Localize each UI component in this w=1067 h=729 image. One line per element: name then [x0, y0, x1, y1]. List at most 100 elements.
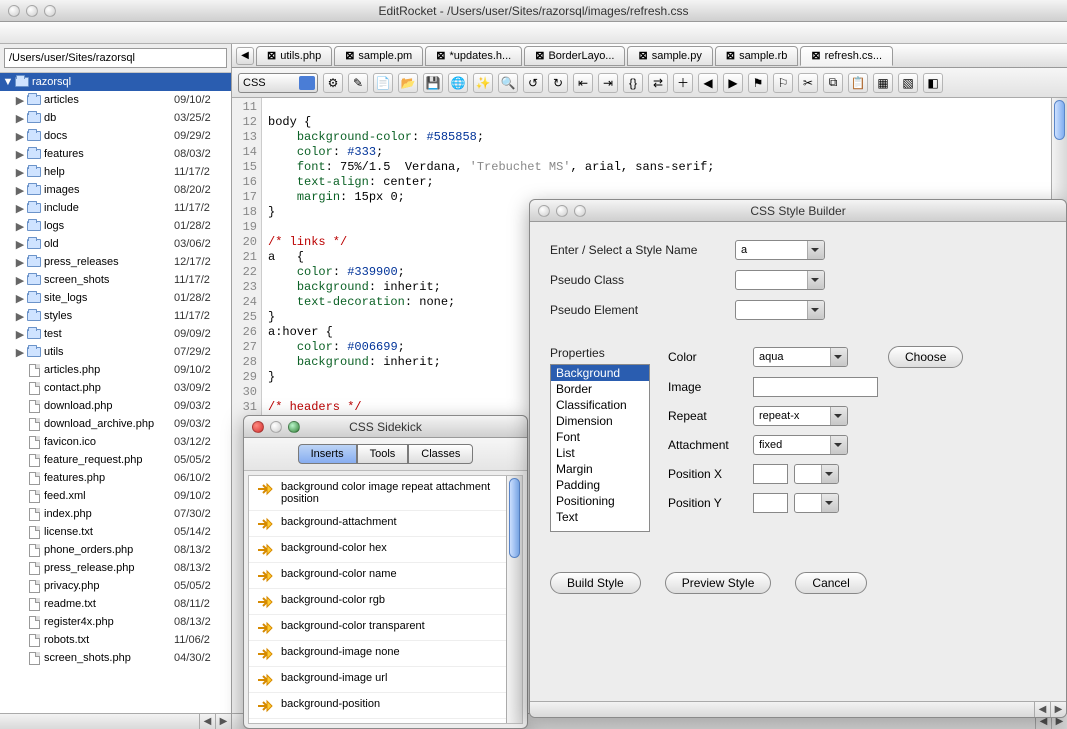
tree-file[interactable]: articles.php09/10/2	[0, 361, 231, 379]
tree-file[interactable]: press_release.php08/13/2	[0, 559, 231, 577]
tree-folder[interactable]: ▶styles11/17/2	[0, 307, 231, 325]
cut-icon[interactable]: ✂	[798, 73, 818, 93]
tool-icon[interactable]: ↻	[548, 73, 568, 93]
tool-icon[interactable]: ↺	[523, 73, 543, 93]
tool-icon[interactable]: ◀	[698, 73, 718, 93]
property-category[interactable]: Background	[551, 365, 649, 381]
tree-folder[interactable]: ▶db03/25/2	[0, 109, 231, 127]
paste-icon[interactable]: 📋	[848, 73, 868, 93]
tool-icon[interactable]: ✨	[473, 73, 493, 93]
tool-icon[interactable]: ⚑	[748, 73, 768, 93]
sidekick-tab[interactable]: Inserts	[298, 444, 357, 464]
tree-file[interactable]: index.php07/30/2	[0, 505, 231, 523]
minimize-window-button[interactable]	[270, 421, 282, 433]
tree-file[interactable]: screen_shots.php04/30/2	[0, 649, 231, 667]
scroll-left-icon[interactable]: ◀	[1034, 702, 1050, 717]
property-category[interactable]: Padding	[551, 477, 649, 493]
close-tab-icon[interactable]: ⊠	[267, 49, 276, 62]
color-select[interactable]: aqua	[753, 347, 848, 367]
sidekick-item[interactable]: background-repeat	[249, 719, 522, 724]
sidekick-item[interactable]: background-attachment	[249, 511, 522, 537]
tree-file[interactable]: download.php09/03/2	[0, 397, 231, 415]
tree-folder[interactable]: ▶logs01/28/2	[0, 217, 231, 235]
sidekick-item[interactable]: background color image repeat attachment…	[249, 476, 522, 511]
tree-root[interactable]: ▼razorsql	[0, 73, 231, 91]
sidekick-titlebar[interactable]: CSS Sidekick	[244, 416, 527, 438]
sidekick-vscroll[interactable]	[506, 476, 522, 723]
tool-icon[interactable]: ◧	[923, 73, 943, 93]
close-tab-icon[interactable]: ⊠	[535, 49, 544, 62]
builder-hscroll[interactable]: ◀ ▶	[530, 701, 1066, 717]
tool-icon[interactable]: ⇤	[573, 73, 593, 93]
tree-file[interactable]: register4x.php08/13/2	[0, 613, 231, 631]
cancel-button[interactable]: Cancel	[795, 572, 866, 594]
property-category[interactable]: Dimension	[551, 413, 649, 429]
property-category[interactable]: Border	[551, 381, 649, 397]
tool-icon[interactable]: 🌐	[448, 73, 468, 93]
repeat-select[interactable]: repeat-x	[753, 406, 848, 426]
tool-icon[interactable]: ▶	[723, 73, 743, 93]
editor-tab[interactable]: ⊠sample.py	[627, 46, 712, 66]
tree-folder[interactable]: ▶docs09/29/2	[0, 127, 231, 145]
close-window-button[interactable]	[538, 205, 550, 217]
close-tab-icon[interactable]: ⊠	[436, 49, 445, 62]
close-tab-icon[interactable]: ⊠	[345, 49, 354, 62]
tool-icon[interactable]: ⚙	[323, 73, 343, 93]
tree-folder[interactable]: ▶utils07/29/2	[0, 343, 231, 361]
sidebar-hscroll[interactable]: ◀ ▶	[0, 713, 231, 729]
property-category[interactable]: Text	[551, 509, 649, 525]
tree-folder[interactable]: ▶screen_shots11/17/2	[0, 271, 231, 289]
editor-tab[interactable]: ⊠*updates.h...	[425, 46, 522, 66]
tree-file[interactable]: license.txt05/14/2	[0, 523, 231, 541]
tree-folder[interactable]: ▶test09/09/2	[0, 325, 231, 343]
tool-icon[interactable]: ▦	[873, 73, 893, 93]
path-input[interactable]	[4, 48, 227, 68]
new-file-icon[interactable]: 📄	[373, 73, 393, 93]
minimize-window-button[interactable]	[26, 5, 38, 17]
language-selector[interactable]: CSS	[238, 73, 318, 93]
tree-file[interactable]: favicon.ico03/12/2	[0, 433, 231, 451]
properties-list[interactable]: BackgroundBorderClassificationDimensionF…	[550, 364, 650, 532]
tree-file[interactable]: phone_orders.php08/13/2	[0, 541, 231, 559]
close-window-button[interactable]	[8, 5, 20, 17]
tool-icon[interactable]: {}	[623, 73, 643, 93]
sidekick-item[interactable]: background-color transparent	[249, 615, 522, 641]
scroll-left-icon[interactable]: ◀	[199, 714, 215, 729]
sidekick-item[interactable]: background-image url	[249, 667, 522, 693]
builder-titlebar[interactable]: CSS Style Builder	[530, 200, 1066, 222]
tree-folder[interactable]: ▶site_logs01/28/2	[0, 289, 231, 307]
sidekick-item[interactable]: background-image none	[249, 641, 522, 667]
tree-folder[interactable]: ▶articles09/10/2	[0, 91, 231, 109]
sidekick-item[interactable]: background-position	[249, 693, 522, 719]
tree-file[interactable]: features.php06/10/2	[0, 469, 231, 487]
search-icon[interactable]: 🔍	[498, 73, 518, 93]
zoom-window-button[interactable]	[44, 5, 56, 17]
editor-tab[interactable]: ⊠utils.php	[256, 46, 332, 66]
tab-scroll-left[interactable]: ◀	[236, 47, 254, 65]
property-category[interactable]: Classification	[551, 397, 649, 413]
tool-icon[interactable]: ▧	[898, 73, 918, 93]
minimize-window-button[interactable]	[556, 205, 568, 217]
build-style-button[interactable]: Build Style	[550, 572, 641, 594]
close-window-button[interactable]	[252, 421, 264, 433]
main-titlebar[interactable]: EditRocket - /Users/user/Sites/razorsql/…	[0, 0, 1067, 22]
position-y-input[interactable]	[753, 493, 788, 513]
tree-folder[interactable]: ▶images08/20/2	[0, 181, 231, 199]
sidekick-item[interactable]: background-color rgb	[249, 589, 522, 615]
choose-button[interactable]: Choose	[888, 346, 963, 368]
tree-file[interactable]: contact.php03/09/2	[0, 379, 231, 397]
property-category[interactable]: Font	[551, 429, 649, 445]
position-x-unit-select[interactable]	[794, 464, 839, 484]
tree-file[interactable]: download_archive.php09/03/2	[0, 415, 231, 433]
property-category[interactable]: List	[551, 445, 649, 461]
tool-icon[interactable]: ⚐	[773, 73, 793, 93]
tree-file[interactable]: robots.txt11/06/2	[0, 631, 231, 649]
file-tree[interactable]: ▼razorsql▶articles09/10/2▶db03/25/2▶docs…	[0, 73, 231, 713]
sidekick-list[interactable]: background color image repeat attachment…	[248, 475, 523, 724]
zoom-window-button[interactable]	[288, 421, 300, 433]
sidekick-tab[interactable]: Classes	[408, 444, 473, 464]
tree-folder[interactable]: ▶features08/03/2	[0, 145, 231, 163]
tree-file[interactable]: feature_request.php05/05/2	[0, 451, 231, 469]
tree-folder[interactable]: ▶press_releases12/17/2	[0, 253, 231, 271]
position-y-unit-select[interactable]	[794, 493, 839, 513]
